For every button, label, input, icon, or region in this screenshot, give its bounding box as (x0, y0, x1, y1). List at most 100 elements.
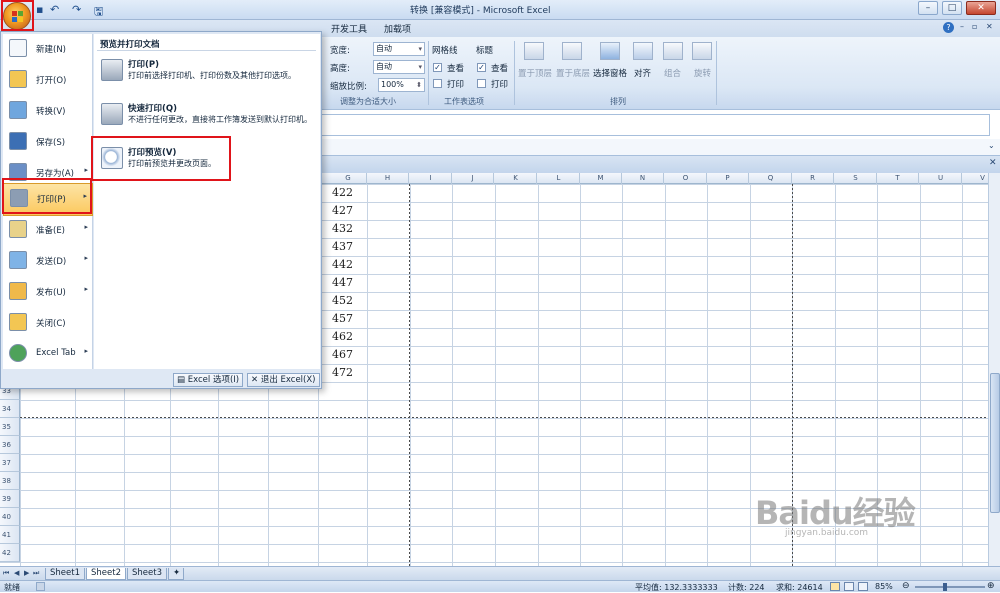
prev-sheet-icon[interactable]: ◀ (14, 569, 19, 577)
office-menu-item[interactable]: 打开(O) (3, 65, 93, 94)
row-header[interactable]: 34 (0, 400, 20, 418)
redo-icon[interactable]: ↷ (72, 3, 81, 17)
office-menu-item[interactable]: 保存(S) (3, 127, 93, 156)
page-layout-view-icon[interactable] (844, 582, 854, 591)
column-header[interactable]: L (538, 173, 580, 184)
ribbon-minimize-icon[interactable]: – (960, 22, 964, 31)
column-header[interactable]: K (495, 173, 537, 184)
height-select[interactable]: 自动 ▾ (373, 60, 425, 74)
row-header[interactable]: 40 (0, 508, 20, 526)
column-header[interactable]: G (330, 173, 367, 184)
formula-bar[interactable] (320, 114, 990, 136)
office-menu-item[interactable]: 发布(U) ▸ (3, 277, 93, 306)
column-header[interactable]: M (580, 173, 622, 184)
group-button[interactable]: 组合 (664, 67, 681, 79)
rotate-button[interactable]: 旋转 (694, 67, 711, 79)
next-sheet-icon[interactable]: ▶ (24, 569, 29, 577)
first-sheet-icon[interactable]: ⏮ (3, 569, 9, 578)
column-header[interactable]: U (920, 173, 962, 184)
column-header[interactable]: S (835, 173, 877, 184)
ribbon-close-icon[interactable]: ✕ (986, 22, 993, 31)
print-preview-quick-icon[interactable]: 🖫 (94, 3, 103, 18)
row-header[interactable]: 41 (0, 526, 20, 544)
row-header[interactable]: 37 (0, 454, 20, 472)
cell-value[interactable]: 462 (332, 330, 353, 343)
column-header[interactable]: I (410, 173, 452, 184)
column-header[interactable]: H (367, 173, 409, 184)
cell-value[interactable]: 447 (332, 276, 353, 289)
vertical-scrollbar[interactable] (988, 173, 1000, 566)
selection-pane-button[interactable]: 选择窗格 (593, 67, 627, 79)
sheet-tab-3[interactable]: Sheet3 (127, 568, 167, 580)
column-header[interactable]: P (707, 173, 749, 184)
sheet-tab-1[interactable]: Sheet1 (45, 568, 85, 580)
ribbon-restore-icon[interactable]: ▫ (972, 22, 977, 31)
row-header[interactable]: 36 (0, 436, 20, 454)
help-icon[interactable]: ? (943, 22, 954, 33)
column-header[interactable]: R (792, 173, 834, 184)
headings-print-checkbox[interactable] (477, 79, 486, 88)
tab-addins[interactable]: 加载项 (384, 22, 411, 35)
minimize-button[interactable]: – (918, 1, 938, 15)
zoom-slider-thumb[interactable] (942, 583, 947, 591)
sheet-tab-2[interactable]: Sheet2 (86, 568, 126, 580)
cell-value[interactable]: 427 (332, 204, 353, 217)
row-header[interactable]: 35 (0, 418, 20, 436)
office-menu-item[interactable]: 关闭(C) (3, 308, 93, 337)
send-to-back-button[interactable]: 置于底层 (556, 67, 590, 79)
workbook-close-icon[interactable]: ✕ (989, 158, 997, 168)
office-menu-item[interactable]: Excel Tab ▸ (3, 339, 93, 368)
cell-value[interactable]: 467 (332, 348, 353, 361)
column-header[interactable]: N (622, 173, 664, 184)
cell-value[interactable]: 432 (332, 222, 353, 235)
zoom-out-icon[interactable]: ⊖ (902, 581, 910, 591)
excel-options-button[interactable]: ▤ Excel 选项(I) (173, 373, 244, 387)
scroll-thumb[interactable] (990, 373, 1000, 513)
column-header[interactable]: O (665, 173, 707, 184)
expand-formula-icon[interactable]: ⌄ (988, 141, 995, 150)
page-break-view-icon[interactable] (858, 582, 868, 591)
zoom-slider[interactable] (915, 586, 985, 588)
tab-developer[interactable]: 开发工具 (331, 22, 367, 35)
scale-spinner[interactable]: 100% ⬍ (378, 78, 425, 92)
bring-to-front-button[interactable]: 置于顶层 (518, 67, 552, 79)
cell-value[interactable]: 422 (332, 186, 353, 199)
office-menu-item[interactable]: 准备(E) ▸ (3, 215, 93, 244)
print-option-title: 打印(P) (128, 60, 159, 70)
office-menu-item[interactable]: 转换(V) (3, 96, 93, 125)
save-quick-icon[interactable]: ▪ (36, 3, 43, 17)
exit-excel-button[interactable]: ✕ 退出 Excel(X) (247, 373, 320, 387)
cell-value[interactable]: 457 (332, 312, 353, 325)
column-header[interactable]: J (452, 173, 494, 184)
gridlines-view-checkbox[interactable]: ✓ (433, 63, 442, 72)
office-menu-item[interactable]: 发送(D) ▸ (3, 246, 93, 275)
row-header[interactable]: 39 (0, 490, 20, 508)
gridlines-print-checkbox[interactable] (433, 79, 442, 88)
print-option[interactable]: 快速打印(Q) 不进行任何更改，直接将工作簿发送到默认打印机。 (96, 98, 318, 138)
last-sheet-icon[interactable]: ⏭ (33, 569, 39, 578)
cell-value[interactable]: 437 (332, 240, 353, 253)
close-window-button[interactable]: ✕ (966, 1, 996, 15)
print-submenu: 预览并打印文档 打印(P) 打印前选择打印机、打印份数及其他打印选项。 快速打印(Q… (94, 34, 320, 369)
cell-value[interactable]: 472 (332, 366, 353, 379)
normal-view-icon[interactable] (830, 582, 840, 591)
insert-sheet-icon[interactable]: ✦ (168, 568, 184, 580)
column-header[interactable]: Q (750, 173, 792, 184)
cell-value[interactable]: 442 (332, 258, 353, 271)
row-header[interactable]: 38 (0, 472, 20, 490)
cell-value[interactable]: 452 (332, 294, 353, 307)
zoom-in-icon[interactable]: ⊕ (987, 581, 995, 591)
sheet-options-caption: 工作表选项 (444, 97, 484, 106)
print-option[interactable]: 打印(P) 打印前选择打印机、打印份数及其他打印选项。 (96, 54, 318, 94)
zoom-level[interactable]: 85% (875, 582, 893, 591)
maximize-button[interactable]: □ (942, 1, 962, 15)
macro-record-icon[interactable] (36, 582, 45, 591)
align-button[interactable]: 对齐 (634, 67, 651, 79)
width-select[interactable]: 自动 ▾ (373, 42, 425, 56)
row-header[interactable]: 42 (0, 544, 20, 562)
undo-icon[interactable]: ↶ (50, 3, 59, 17)
office-menu-item[interactable]: 新建(N) (3, 34, 93, 63)
headings-view-checkbox[interactable]: ✓ (477, 63, 486, 72)
column-header[interactable]: V (962, 173, 988, 184)
column-header[interactable]: T (877, 173, 919, 184)
